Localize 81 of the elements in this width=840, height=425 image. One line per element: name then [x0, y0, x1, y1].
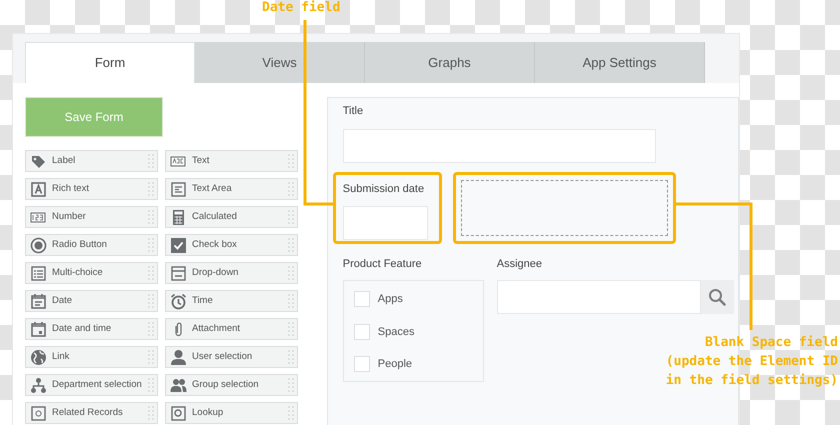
- field-type-item[interactable]: Department selection: [25, 374, 158, 396]
- checkbox[interactable]: [354, 356, 370, 372]
- checkbox-label: Apps: [378, 292, 403, 307]
- person-icon: [170, 348, 187, 366]
- blank-space-field[interactable]: [452, 172, 676, 244]
- checkbox[interactable]: [354, 324, 370, 340]
- drag-handle-icon: [288, 348, 294, 366]
- checkbox[interactable]: [354, 291, 370, 308]
- alarm-clock-icon: [170, 292, 187, 310]
- field-label: Title: [342, 104, 364, 119]
- drag-handle-icon: [148, 292, 154, 310]
- drag-handle-icon: [148, 404, 154, 422]
- calculator-icon: [170, 208, 187, 226]
- drag-handle-icon: [148, 208, 154, 226]
- annotation-text: (update the Element ID: [666, 353, 838, 371]
- field-type-item[interactable]: User selection: [165, 346, 298, 368]
- drag-handle-icon: [288, 376, 294, 394]
- tab[interactable]: App Settings: [535, 42, 705, 83]
- date-input-field[interactable]: [342, 206, 428, 240]
- search-button[interactable]: [700, 280, 734, 314]
- drag-handle-icon: [288, 292, 294, 310]
- field-type-item[interactable]: Calculated: [165, 206, 298, 228]
- field-type-item[interactable]: Lookup: [165, 402, 298, 424]
- drag-handle-icon: [288, 208, 294, 226]
- title-input-field[interactable]: [342, 128, 656, 162]
- field-type-item[interactable]: Check box: [165, 234, 298, 256]
- field-label: Submission date: [342, 182, 426, 196]
- drag-handle-icon: [288, 152, 294, 170]
- checkbox-label: People: [378, 357, 412, 372]
- field-label: Assignee: [496, 256, 544, 272]
- drag-handle-icon: [288, 264, 294, 282]
- assignee-input-field[interactable]: [496, 280, 701, 314]
- drag-handle-icon: [288, 180, 294, 198]
- radio-button-icon: [30, 236, 47, 254]
- list-icon: [30, 264, 47, 282]
- tab[interactable]: Graphs: [365, 42, 535, 83]
- field-type-item[interactable]: Multi-choice: [25, 262, 158, 284]
- calendar-icon: [30, 292, 47, 310]
- field-label: Product Feature: [342, 256, 423, 272]
- drag-handle-icon: [148, 264, 154, 282]
- field-type-item[interactable]: Group selection: [165, 374, 298, 396]
- drag-handle-icon: [148, 236, 154, 254]
- tab[interactable]: Form: [25, 42, 195, 83]
- lookup-icon: [170, 404, 187, 422]
- annotation-text: in the field settings): [666, 372, 838, 390]
- org-chart-icon: [30, 376, 47, 394]
- field-type-item[interactable]: Related Records: [25, 402, 158, 424]
- field-type-item[interactable]: Label: [25, 150, 158, 172]
- globe-icon: [30, 348, 47, 366]
- field-type-item[interactable]: Text: [165, 150, 298, 172]
- field-type-item[interactable]: Link: [25, 346, 158, 368]
- field-type-item[interactable]: Text Area: [165, 178, 298, 200]
- drag-handle-icon: [288, 236, 294, 254]
- field-type-item[interactable]: Number: [25, 206, 158, 228]
- annotation-text: Blank Space field: [704, 334, 838, 352]
- checkbox-label: Spaces: [378, 324, 414, 340]
- search-icon: [708, 288, 726, 306]
- field-type-item[interactable]: Rich text: [25, 178, 158, 200]
- checkbox-icon: [170, 236, 187, 254]
- drag-handle-icon: [288, 404, 294, 422]
- annotation-text: Date field: [262, 0, 340, 17]
- drag-handle-icon: [288, 320, 294, 338]
- linked-record-icon: [30, 404, 47, 422]
- drag-handle-icon: [148, 376, 154, 394]
- date-field[interactable]: Submission date: [332, 172, 442, 244]
- field-type-item[interactable]: Time: [165, 290, 298, 312]
- field-type-item[interactable]: Date: [25, 290, 158, 312]
- tab[interactable]: Views: [195, 42, 365, 83]
- people-icon: [170, 376, 187, 394]
- field-type-item[interactable]: Drop-down: [165, 262, 298, 284]
- drag-handle-icon: [148, 152, 154, 170]
- document-icon: [170, 180, 187, 198]
- field-type-item[interactable]: Attachment: [165, 318, 298, 340]
- drag-handle-icon: [148, 348, 154, 366]
- field-type-item[interactable]: Radio Button: [25, 234, 158, 256]
- drag-handle-icon: [148, 320, 154, 338]
- calendar-icon: [30, 320, 47, 338]
- letter-box-icon: [30, 180, 47, 198]
- field-type-item[interactable]: Date and time: [25, 318, 158, 340]
- dropdown-icon: [170, 264, 187, 282]
- drag-handle-icon: [148, 180, 154, 198]
